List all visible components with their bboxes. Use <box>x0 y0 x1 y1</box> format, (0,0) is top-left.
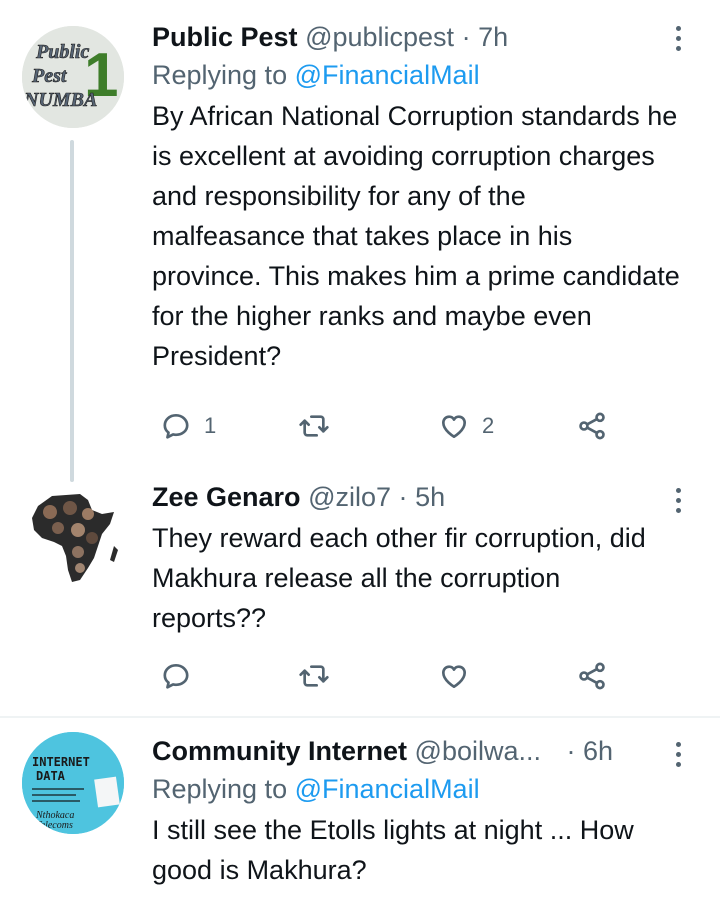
more-icon[interactable] <box>668 480 688 520</box>
thread-line <box>70 140 74 482</box>
replying-to: Replying to @FinancialMail <box>152 772 660 806</box>
avatar-zee-genaro[interactable] <box>22 484 124 586</box>
tweet-header: Community Internet @boilwa... · 6h <box>152 734 660 768</box>
tweet-text: By African National Corruption standards… <box>152 101 680 371</box>
tweet-3[interactable]: INTERNET DATA Nthokaca Telecoms Communit… <box>0 718 720 904</box>
like-icon <box>442 415 466 438</box>
reply-icon <box>163 414 189 439</box>
africa-map-image <box>32 494 118 582</box>
svg-text:DATA: DATA <box>36 769 66 783</box>
timestamp[interactable]: 7h <box>478 22 508 52</box>
tweet-header: Zee Genaro @zilo7 · 5h <box>152 480 680 514</box>
share-button[interactable] <box>576 656 608 696</box>
tweet-text: They reward each other fir corruption, d… <box>152 523 646 633</box>
replying-prefix: Replying to <box>152 774 288 804</box>
like-icon <box>442 665 466 688</box>
like-button[interactable] <box>438 656 470 696</box>
author-handle[interactable]: @zilo7 <box>308 482 391 512</box>
tweet-actions: 1 2 <box>152 406 622 446</box>
author-name[interactable]: Community Internet <box>152 736 407 766</box>
tweet-2[interactable]: Zee Genaro @zilo7 · 5h They reward each … <box>0 470 720 716</box>
tweet-1[interactable]: 1 Public Pest NUMBA Public Pest @publicp… <box>0 0 720 496</box>
retweet-icon <box>299 665 329 687</box>
retweet-button[interactable] <box>298 656 330 696</box>
svg-text:NUMBA: NUMBA <box>23 89 97 111</box>
avatar-community-internet[interactable]: INTERNET DATA Nthokaca Telecoms <box>22 732 124 834</box>
internet-data-logo: INTERNET DATA Nthokaca Telecoms <box>22 732 124 834</box>
avatar-public-pest[interactable]: 1 Public Pest NUMBA <box>22 26 124 128</box>
separator-dot: · <box>398 482 408 512</box>
author-name[interactable]: Zee Genaro <box>152 482 301 512</box>
reply-button[interactable] <box>160 656 192 696</box>
separator-dot: · <box>461 22 471 52</box>
tweet-text: I still see the Etolls lights at night .… <box>152 815 634 885</box>
timestamp[interactable]: 5h <box>415 482 445 512</box>
more-icon[interactable] <box>668 18 688 58</box>
share-icon <box>579 662 605 690</box>
author-handle[interactable]: @boilwa... <box>415 736 541 766</box>
share-icon <box>579 412 605 440</box>
share-button[interactable] <box>576 406 608 446</box>
timestamp[interactable]: 6h <box>583 736 613 766</box>
mention-link[interactable]: @FinancialMail <box>295 60 480 90</box>
mention-link[interactable]: @FinancialMail <box>295 774 480 804</box>
reply-button[interactable]: 1 <box>160 406 216 446</box>
reply-count: 1 <box>204 413 217 438</box>
tweet-actions <box>152 656 622 696</box>
replying-to: Replying to @FinancialMail <box>152 58 680 92</box>
reply-icon <box>163 664 189 689</box>
public-pest-logo: 1 Public Pest NUMBA <box>22 26 124 128</box>
author-handle[interactable]: @publicpest <box>305 22 454 52</box>
separator-dot: · <box>566 736 576 766</box>
svg-text:Telecoms: Telecoms <box>36 820 73 831</box>
svg-text:Pest: Pest <box>31 65 68 87</box>
retweet-button[interactable] <box>298 406 330 446</box>
svg-text:Public: Public <box>35 41 89 63</box>
retweet-icon <box>299 415 329 437</box>
author-name[interactable]: Public Pest <box>152 22 298 52</box>
like-button[interactable]: 2 <box>438 406 494 446</box>
like-count: 2 <box>482 413 495 438</box>
replying-prefix: Replying to <box>152 60 288 90</box>
tweet-header: Public Pest @publicpest · 7h <box>152 20 680 54</box>
more-icon[interactable] <box>668 734 688 774</box>
svg-text:INTERNET: INTERNET <box>32 755 90 769</box>
